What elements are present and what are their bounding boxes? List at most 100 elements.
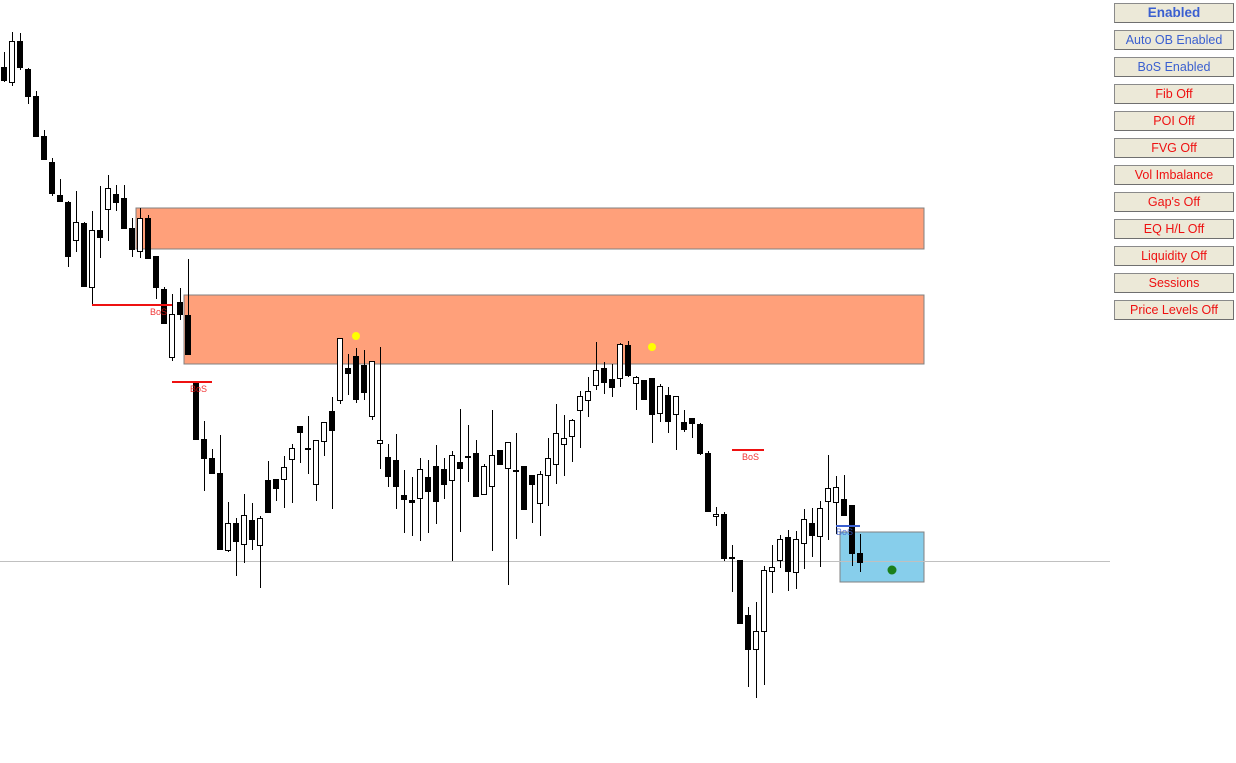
candle-body-bullish <box>769 567 775 572</box>
candle <box>329 397 335 509</box>
candle <box>105 175 111 241</box>
toggle-fvg-button[interactable]: FVG Off <box>1114 138 1234 158</box>
toggle-poi-button[interactable]: POI Off <box>1114 111 1234 131</box>
toggle-sessions-button[interactable]: Sessions <box>1114 273 1234 293</box>
toggle-liquidity-button[interactable]: Liquidity Off <box>1114 246 1234 266</box>
candle-body-bearish <box>113 194 119 203</box>
candle <box>369 361 375 420</box>
candle <box>321 422 327 456</box>
candle-body-bearish <box>217 473 223 550</box>
toggle-bos-button[interactable]: BoS Enabled <box>1114 57 1234 77</box>
candlestick-chart[interactable]: BoS BoS BoS BoS <box>0 0 1236 763</box>
candle <box>681 410 687 432</box>
candle-body-bullish <box>169 314 175 358</box>
candle <box>65 201 71 267</box>
candle <box>729 545 735 592</box>
toggle-gaps-button[interactable]: Gap's Off <box>1114 192 1234 212</box>
candle <box>641 380 647 400</box>
candle-body-bearish <box>465 456 471 458</box>
candle-body-bullish <box>257 518 263 546</box>
candle-body-bearish <box>25 69 31 97</box>
candle-body-bearish <box>689 418 695 424</box>
candle-body-bearish <box>41 136 47 160</box>
toggle-price-levels-button[interactable]: Price Levels Off <box>1114 300 1234 320</box>
candle-body-bearish <box>601 368 607 383</box>
bos-label: BoS <box>150 307 167 317</box>
candle-body-bullish <box>833 487 839 503</box>
candle-body-bearish <box>233 523 239 542</box>
candle <box>761 566 767 685</box>
candle <box>377 347 383 469</box>
candle-body-bearish <box>433 466 439 502</box>
candle-body-bearish <box>385 457 391 477</box>
candle <box>409 477 415 536</box>
candle <box>57 179 63 202</box>
candle <box>497 450 503 465</box>
candle-body-bearish <box>17 41 23 68</box>
candle-body-bullish <box>417 469 423 499</box>
candle <box>457 409 463 532</box>
toggle-fib-button[interactable]: Fib Off <box>1114 84 1234 104</box>
candle-body-bearish <box>697 424 703 454</box>
candle-body-bearish <box>841 499 847 516</box>
candle <box>753 602 759 698</box>
candle-body-bullish <box>9 41 15 83</box>
candle-body-bearish <box>809 523 815 536</box>
candle-body-bearish <box>721 514 727 559</box>
candle-body-bearish <box>529 475 535 485</box>
toggle-eq-hl-button[interactable]: EQ H/L Off <box>1114 219 1234 239</box>
candle <box>745 607 751 687</box>
toggle-auto-ob-button[interactable]: Auto OB Enabled <box>1114 30 1234 50</box>
candle-body-bullish <box>577 396 583 411</box>
candle <box>793 531 799 589</box>
candle-body-bearish <box>249 520 255 540</box>
candle-body-bearish <box>177 302 183 315</box>
candle <box>713 507 719 526</box>
candle-body-bearish <box>473 453 479 497</box>
candle <box>481 464 487 495</box>
bos-label: BoS <box>742 452 759 462</box>
candle <box>209 449 215 474</box>
candle-body-bearish <box>625 345 631 376</box>
candle <box>817 501 823 567</box>
candle-body-bearish <box>649 378 655 415</box>
candle-body-bullish <box>89 230 95 288</box>
candle-body-bearish <box>785 537 791 572</box>
candle <box>569 419 575 462</box>
candle-body-bearish <box>401 495 407 500</box>
toggle-enabled-button[interactable]: Enabled <box>1114 3 1234 23</box>
candle-body-bearish <box>145 218 151 259</box>
candle <box>233 518 239 576</box>
candle <box>313 440 319 501</box>
candle <box>825 455 831 540</box>
candle-body-bearish <box>857 553 863 563</box>
candle-body-bullish <box>617 344 623 379</box>
candle-body-bullish <box>513 470 519 472</box>
candle-body-bullish <box>281 467 287 480</box>
candle <box>465 425 471 482</box>
candle <box>17 33 23 70</box>
candle-body-bullish <box>305 448 311 450</box>
candle <box>697 423 703 455</box>
entry-marker <box>887 565 897 575</box>
candle-body-bearish <box>665 395 671 422</box>
candle <box>417 458 423 541</box>
candle-body-bullish <box>369 361 375 417</box>
candle <box>841 475 847 516</box>
candle <box>289 444 295 503</box>
candle-body-bullish <box>505 442 511 469</box>
candle-body-bearish <box>121 198 127 229</box>
candle <box>9 32 15 86</box>
candle-body-bearish <box>409 500 415 503</box>
candle-body-bearish <box>521 466 527 510</box>
candle-body-bullish <box>569 420 575 437</box>
candle-body-bearish <box>265 480 271 513</box>
candle <box>473 440 479 497</box>
candle <box>177 288 183 320</box>
candle-body-bullish <box>761 570 767 632</box>
candle <box>257 516 263 588</box>
candle <box>769 545 775 593</box>
candle-body-bullish <box>817 508 823 537</box>
candle-body-bullish <box>553 433 559 465</box>
toggle-vol-imbalance-button[interactable]: Vol Imbalance <box>1114 165 1234 185</box>
